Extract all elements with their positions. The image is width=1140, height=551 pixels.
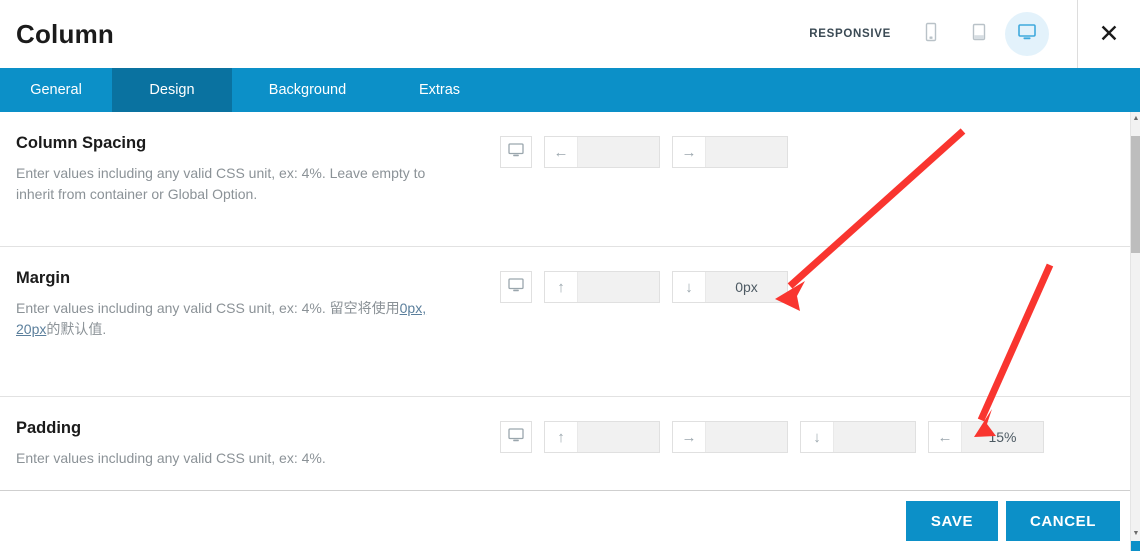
tab-extras[interactable]: Extras (383, 68, 496, 112)
padding-right-group[interactable]: → (672, 421, 788, 453)
scroll-down-arrow-icon[interactable]: ▼ (1131, 527, 1140, 539)
settings-panel: Column Spacing Enter values including an… (0, 112, 1130, 490)
margin-device-button[interactable] (500, 271, 532, 303)
arrow-left-icon: ← (929, 422, 962, 452)
scrollbar-thumb[interactable] (1131, 136, 1140, 253)
margin-bottom-group[interactable]: ↓ 0px (672, 271, 788, 303)
column-spacing-description: Enter values including any valid CSS uni… (16, 164, 426, 203)
modal-footer: SAVE CANCEL (0, 490, 1130, 551)
margin-description-post: 的默认值. (46, 321, 107, 338)
padding-top-group[interactable]: ↑ (544, 421, 660, 453)
column-spacing-left-group[interactable]: ← (544, 136, 660, 168)
tab-background[interactable]: Background (232, 68, 383, 112)
close-icon: ✕ (1098, 19, 1120, 48)
setting-row-padding: Padding Enter values including any valid… (0, 397, 1130, 490)
scroll-up-arrow-icon[interactable]: ▲ (1131, 112, 1140, 124)
save-button-label: SAVE (930, 512, 974, 530)
desktop-icon (507, 277, 525, 298)
column-spacing-fields: ← → (500, 134, 788, 168)
save-button[interactable]: SAVE (906, 501, 998, 541)
margin-label-group: Margin Enter values including any valid … (0, 269, 500, 341)
column-spacing-title: Column Spacing (16, 134, 147, 152)
padding-title: Padding (16, 419, 82, 437)
tab-general-label: General (30, 82, 82, 98)
tab-background-label: Background (268, 82, 347, 98)
scrollbar-bottom-cap (1131, 541, 1140, 551)
margin-title: Margin (16, 269, 71, 287)
column-settings-modal: Column RESPONSIVE ✕ General Design Backg… (0, 0, 1140, 551)
tab-design[interactable]: Design (112, 68, 232, 121)
tab-bar: General Design Background Extras (0, 68, 1140, 121)
setting-row-column-spacing: Column Spacing Enter values including an… (0, 112, 1130, 247)
tablet-icon (969, 22, 989, 47)
arrow-down-icon: ↓ (673, 272, 706, 302)
responsive-label: RESPONSIVE (809, 28, 891, 40)
column-spacing-device-button[interactable] (500, 136, 532, 168)
mobile-icon (923, 22, 939, 47)
cancel-button[interactable]: CANCEL (1006, 501, 1120, 541)
margin-bottom-input[interactable]: 0px (706, 272, 787, 302)
margin-top-group[interactable]: ↑ (544, 271, 660, 303)
margin-description: Enter values including any valid CSS uni… (16, 298, 441, 341)
arrow-up-icon: ↑ (545, 422, 578, 452)
device-toggle-tablet[interactable] (957, 12, 1001, 56)
padding-description: Enter values including any valid CSS uni… (16, 449, 326, 466)
vertical-scrollbar[interactable]: ▲ ▼ (1130, 112, 1140, 551)
column-spacing-label-group: Column Spacing Enter values including an… (0, 134, 500, 206)
page-title: Column (16, 18, 114, 49)
padding-left-input[interactable]: 15% (962, 422, 1043, 452)
arrow-right-icon: → (673, 137, 706, 167)
desktop-icon (507, 142, 525, 163)
margin-top-input[interactable] (578, 272, 659, 302)
padding-left-group[interactable]: ← 15% (928, 421, 1044, 453)
close-button[interactable]: ✕ (1078, 0, 1140, 68)
padding-right-input[interactable] (706, 422, 787, 452)
padding-bottom-group[interactable]: ↓ (800, 421, 916, 453)
column-spacing-right-input[interactable] (706, 137, 787, 167)
tab-design-label: Design (149, 82, 195, 98)
margin-fields: ↑ ↓ 0px (500, 269, 788, 303)
header-controls: RESPONSIVE ✕ (809, 0, 1140, 68)
setting-row-margin: Margin Enter values including any valid … (0, 247, 1130, 397)
column-spacing-right-group[interactable]: → (672, 136, 788, 168)
padding-bottom-input[interactable] (834, 422, 915, 452)
tab-general[interactable]: General (0, 68, 112, 112)
padding-fields: ↑ → ↓ ← 15% (500, 419, 1044, 453)
cancel-button-label: CANCEL (1029, 512, 1097, 530)
padding-top-input[interactable] (578, 422, 659, 452)
arrow-left-icon: ← (545, 137, 578, 167)
arrow-down-icon: ↓ (801, 422, 834, 452)
device-toggle-mobile[interactable] (909, 12, 953, 56)
modal-header: Column RESPONSIVE ✕ (0, 0, 1140, 68)
arrow-right-icon: → (673, 422, 706, 452)
margin-description-pre: Enter values including any valid CSS uni… (16, 299, 400, 316)
device-toggle-desktop[interactable] (1005, 12, 1049, 56)
desktop-icon (1016, 22, 1038, 47)
tab-extras-label: Extras (418, 82, 461, 98)
arrow-up-icon: ↑ (545, 272, 578, 302)
desktop-icon (507, 427, 525, 448)
column-spacing-left-input[interactable] (578, 137, 659, 167)
padding-device-button[interactable] (500, 421, 532, 453)
padding-label-group: Padding Enter values including any valid… (0, 419, 500, 469)
